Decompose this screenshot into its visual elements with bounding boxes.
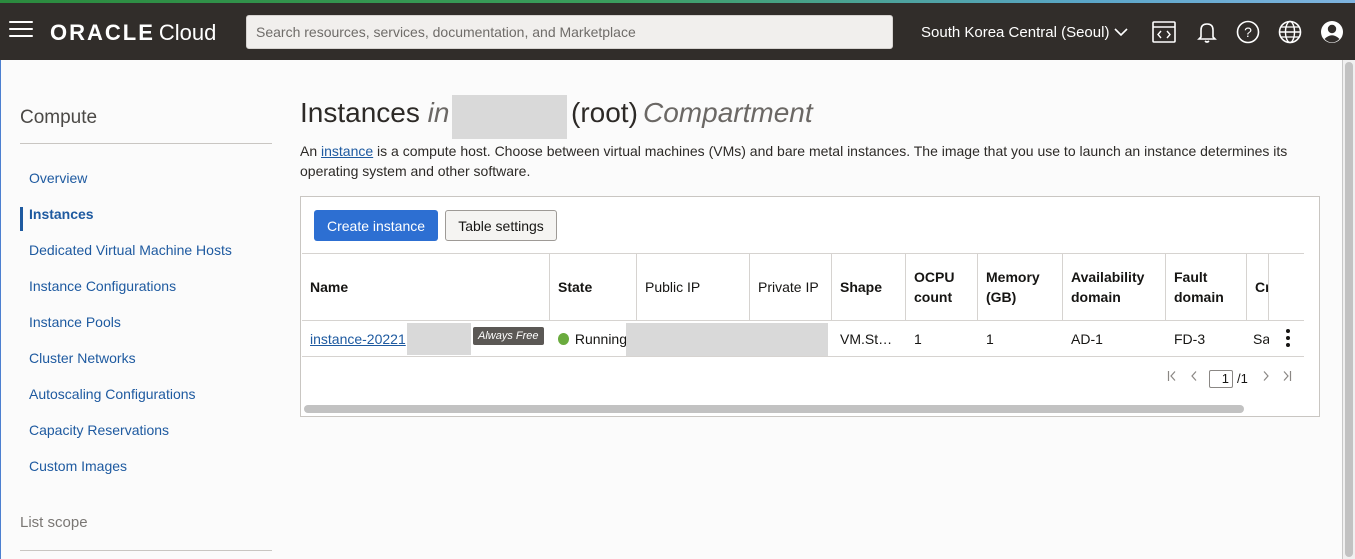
cell-availability-domain: AD-1	[1071, 330, 1103, 347]
always-free-badge: Always Free	[473, 327, 544, 345]
column-header-public-ip[interactable]: Public IP	[637, 254, 750, 320]
table-row: instance-20221 Always Free Running VM.St…	[302, 321, 1304, 357]
cell-created: Sa	[1253, 330, 1269, 347]
column-header-state[interactable]: State	[550, 254, 637, 320]
column-header-fault-domain[interactable]: Fault domain	[1166, 254, 1247, 320]
sidebar-item-instance-configurations[interactable]: Instance Configurations	[29, 278, 176, 294]
table-settings-button[interactable]: Table settings	[445, 210, 557, 241]
sidebar-active-indicator	[20, 207, 23, 231]
oracle-cloud-logo[interactable]: ORACLE Cloud	[50, 20, 216, 46]
next-page-icon[interactable]	[1262, 370, 1270, 385]
redacted-compartment-name	[452, 95, 567, 139]
column-header-shape[interactable]: Shape	[832, 254, 906, 320]
last-page-icon[interactable]	[1282, 370, 1292, 385]
instance-doc-link[interactable]: instance	[321, 143, 373, 159]
table-header: Name State Public IP Private IP Shape OC…	[302, 253, 1304, 321]
page-title-main: Instances	[300, 97, 420, 128]
top-navigation-bar: ORACLECloud South Korea Central (Seoul) …	[0, 3, 1355, 60]
availability-domain-label: Availability domain	[1071, 269, 1145, 305]
page-description: An instance is a compute host. Choose be…	[300, 141, 1310, 181]
code-editor-icon[interactable]	[1151, 19, 1177, 45]
instances-table-panel: Create instance Table settings Name Stat…	[300, 196, 1320, 417]
vertical-scrollbar[interactable]	[1343, 60, 1355, 559]
bell-icon[interactable]	[1194, 19, 1220, 45]
sidebar-item-autoscaling-configurations[interactable]: Autoscaling Configurations	[29, 386, 196, 402]
cell-fault-domain: FD-3	[1174, 330, 1206, 347]
sidebar-item-capacity-reservations[interactable]: Capacity Reservations	[29, 422, 169, 438]
menu-icon[interactable]	[9, 21, 33, 41]
list-scope-divider	[20, 550, 272, 551]
content-frame-left-edge	[0, 60, 1, 559]
region-selector[interactable]: South Korea Central (Seoul)	[921, 24, 1129, 41]
sidebar-divider	[20, 143, 272, 144]
page-number-input[interactable]: 1	[1209, 370, 1233, 388]
page-total: /1	[1237, 371, 1248, 386]
state-label: Running	[574, 330, 627, 347]
column-header-private-ip[interactable]: Private IP	[750, 254, 832, 320]
svg-text:?: ?	[1244, 24, 1252, 40]
instance-name-link[interactable]: instance-20221	[310, 331, 406, 347]
cell-memory: 1	[986, 330, 994, 347]
sidebar-item-instances[interactable]: Instances	[29, 206, 94, 222]
ocpu-count-label: OCPU count	[914, 269, 955, 305]
sidebar-item-instance-pools[interactable]: Instance Pools	[29, 314, 121, 330]
search-input[interactable]	[246, 15, 893, 49]
cell-shape: VM.St…	[840, 330, 893, 347]
sidebar-item-overview[interactable]: Overview	[29, 170, 87, 186]
globe-icon[interactable]	[1277, 19, 1303, 45]
memory-label: Memory (GB)	[986, 269, 1040, 305]
description-prefix: An	[300, 143, 322, 159]
page-title-compartment: Compartment	[643, 97, 813, 128]
sidebar-item-dedicated-vm-hosts[interactable]: Dedicated Virtual Machine Hosts	[29, 242, 232, 258]
page-title: Instances in	[300, 97, 449, 129]
column-header-name[interactable]: Name	[302, 254, 550, 320]
redacted-ip-addresses	[626, 323, 828, 356]
row-actions-menu-icon[interactable]	[1286, 329, 1290, 349]
region-label: South Korea Central (Seoul)	[921, 24, 1110, 41]
logo-brand: ORACLE	[50, 20, 155, 45]
logo-product: Cloud	[158, 20, 217, 45]
cell-ocpu-count: 1	[914, 330, 922, 347]
previous-page-icon[interactable]	[1190, 370, 1198, 385]
running-status-icon	[558, 332, 569, 345]
column-header-memory[interactable]: Memory (GB)	[978, 254, 1063, 320]
redacted-name-suffix	[407, 323, 471, 355]
column-header-ocpu-count[interactable]: OCPU count	[906, 254, 978, 320]
cell-state: Running	[550, 321, 627, 356]
horizontal-scrollbar-thumb[interactable]	[304, 405, 1244, 413]
fault-domain-label: Fault domain	[1174, 269, 1224, 305]
help-icon[interactable]: ?	[1235, 19, 1261, 45]
column-header-created[interactable]: Cr	[1247, 254, 1269, 320]
vertical-scrollbar-thumb[interactable]	[1345, 62, 1353, 557]
list-scope-heading: List scope	[20, 514, 88, 531]
user-profile-icon[interactable]	[1319, 19, 1345, 45]
description-text: is a compute host. Choose between virtua…	[300, 143, 1288, 179]
column-header-availability-domain[interactable]: Availability domain	[1063, 254, 1166, 320]
first-page-icon[interactable]	[1167, 370, 1177, 385]
chevron-down-icon	[1114, 24, 1129, 41]
page-title-root: (root)	[571, 97, 638, 128]
sidebar-item-cluster-networks[interactable]: Cluster Networks	[29, 350, 136, 366]
create-instance-button[interactable]: Create instance	[314, 210, 438, 241]
sidebar-item-custom-images[interactable]: Custom Images	[29, 458, 127, 474]
sidebar-title: Compute	[20, 107, 98, 128]
page-title-in: in	[427, 97, 450, 128]
